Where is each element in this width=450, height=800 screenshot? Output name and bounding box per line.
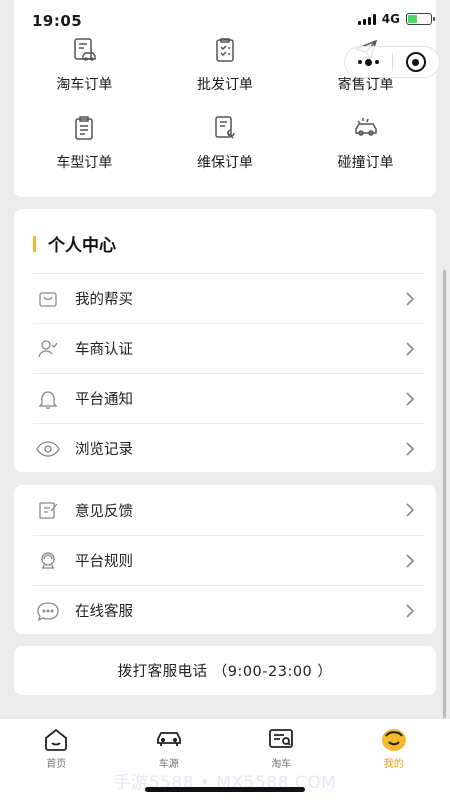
- menu-item-rules[interactable]: 平台规则: [33, 535, 424, 585]
- chevron-right-icon: [406, 553, 415, 568]
- chevron-right-icon: [406, 391, 415, 406]
- status-bar: 19:05 4G: [0, 0, 450, 44]
- menu-item-feedback[interactable]: 意见反馈: [33, 485, 424, 535]
- user-verify-icon: [35, 336, 61, 362]
- order-label: 车型订单: [56, 155, 113, 171]
- menu-item-history[interactable]: 浏览记录: [33, 423, 424, 473]
- personal-center-card: 个人中心 我的帮买 车商认证 平台通知 浏览记录: [14, 209, 436, 472]
- order-item-wholesale[interactable]: 批发订单: [155, 36, 296, 94]
- target-icon: [405, 52, 426, 72]
- clipboard-icon: [75, 116, 94, 140]
- close-miniprogram-button[interactable]: [393, 47, 440, 77]
- tab-taoche[interactable]: 淘车: [225, 725, 338, 771]
- search-card-icon: [269, 729, 294, 748]
- tab-cars[interactable]: 车源: [113, 725, 226, 771]
- menu-item-customer-service[interactable]: 在线客服: [33, 585, 424, 635]
- order-item-taoche[interactable]: 淘车订单: [14, 36, 155, 94]
- hotline-button[interactable]: 拨打客服电话 （9:00-23:00 ）: [14, 646, 436, 695]
- battery-icon: [406, 13, 435, 25]
- menu-item-label: 车商认证: [75, 342, 133, 358]
- car-icon: [156, 732, 181, 746]
- order-label: 批发订单: [196, 77, 253, 93]
- home-indicator[interactable]: [145, 787, 305, 792]
- order-label: 淘车订单: [56, 77, 113, 93]
- signal-icon: [357, 13, 376, 25]
- eye-icon: [35, 436, 61, 462]
- tab-home[interactable]: 首页: [0, 725, 113, 771]
- chevron-right-icon: [406, 503, 415, 517]
- support-list: 意见反馈 平台规则 在线客服: [33, 485, 424, 635]
- menu-item-label: 意见反馈: [75, 503, 133, 520]
- menu-item-label: 我的帮买: [75, 292, 133, 308]
- home-icon: [45, 728, 68, 751]
- order-label: 维保订单: [196, 155, 253, 171]
- order-label: 碰撞订单: [337, 155, 394, 171]
- support-card: 意见反馈 平台规则 在线客服: [14, 485, 436, 634]
- menu-item-label: 浏览记录: [75, 442, 133, 458]
- chat-icon: [35, 598, 61, 624]
- chevron-right-icon: [406, 441, 415, 456]
- section-accent-bar: [33, 235, 36, 252]
- menu-item-label: 平台规则: [75, 554, 133, 570]
- smile-face-icon: [381, 729, 406, 751]
- wrench-document-icon: [215, 116, 235, 139]
- order-item-collision[interactable]: 碰撞订单: [295, 114, 436, 172]
- menu-item-my-purchase[interactable]: 我的帮买: [33, 273, 424, 323]
- more-dots-icon: [357, 58, 379, 66]
- order-item-model[interactable]: 车型订单: [14, 114, 155, 172]
- chevron-right-icon: [406, 603, 415, 618]
- menu-item-dealer-verify[interactable]: 车商认证: [33, 323, 424, 373]
- hotline-label: 拨打客服电话 （9:00-23:00 ）: [117, 664, 333, 680]
- crash-car-icon: [354, 118, 377, 136]
- chevron-right-icon: [406, 341, 415, 356]
- tab-mine[interactable]: 我的: [338, 725, 450, 771]
- personal-center-title: 个人中心: [48, 236, 116, 256]
- section-title: 个人中心: [33, 231, 116, 256]
- bell-icon: [35, 386, 61, 412]
- chevron-right-icon: [406, 291, 415, 306]
- feedback-edit-icon: [35, 497, 61, 523]
- personal-center-list: 我的帮买 车商认证 平台通知 浏览记录: [33, 273, 424, 473]
- bag-icon: [35, 286, 61, 312]
- status-time: 19:05: [32, 12, 83, 30]
- more-button[interactable]: [345, 47, 392, 77]
- menu-item-notifications[interactable]: 平台通知: [33, 373, 424, 423]
- status-indicators: 4G: [357, 12, 435, 26]
- scrollbar[interactable]: [443, 270, 446, 718]
- miniprogram-capsule: [344, 46, 440, 78]
- order-item-maintenance[interactable]: 维保订单: [155, 114, 296, 172]
- menu-item-label: 在线客服: [75, 604, 133, 620]
- rules-icon: [35, 548, 61, 574]
- network-label: 4G: [381, 12, 400, 26]
- menu-item-label: 平台通知: [75, 392, 133, 408]
